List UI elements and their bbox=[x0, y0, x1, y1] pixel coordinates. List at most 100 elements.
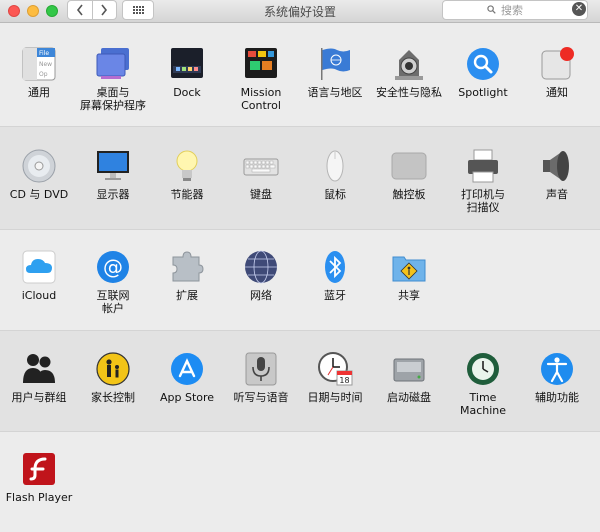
pref-desktop-screensaver[interactable]: 桌面与 屏幕保护程序 bbox=[76, 46, 150, 112]
sound-icon bbox=[543, 151, 569, 181]
pref-sharing[interactable]: 共享 bbox=[372, 249, 446, 302]
sharing-icon bbox=[392, 256, 426, 282]
section-other: Flash Player bbox=[0, 432, 600, 532]
minimize-window-button[interactable] bbox=[27, 5, 39, 17]
pref-label: Time Machine bbox=[459, 391, 507, 417]
pref-label: 通用 bbox=[28, 86, 50, 99]
navigation-buttons bbox=[67, 0, 117, 20]
pref-label: 通知 bbox=[546, 86, 568, 99]
energy-saver-icon bbox=[176, 150, 198, 181]
pref-energy-saver[interactable]: 节能器 bbox=[150, 148, 224, 201]
calendar-date: 18 bbox=[339, 376, 349, 385]
back-button[interactable] bbox=[68, 1, 92, 19]
pref-label: Flash Player bbox=[5, 491, 73, 504]
pref-accessibility[interactable]: 辅助功能 bbox=[520, 351, 594, 404]
pref-trackpad[interactable]: 触控板 bbox=[372, 148, 446, 201]
clear-search-button[interactable]: ✕ bbox=[572, 2, 586, 16]
accessibility-icon bbox=[541, 353, 573, 385]
pref-startup-disk[interactable]: 启动磁盘 bbox=[372, 351, 446, 404]
pref-label: 键盘 bbox=[250, 188, 272, 201]
pref-dock[interactable]: Dock bbox=[150, 46, 224, 99]
pref-bluetooth[interactable]: 蓝牙 bbox=[298, 249, 372, 302]
forward-button[interactable] bbox=[91, 1, 117, 19]
internet-accounts-icon: @ bbox=[97, 251, 129, 283]
desktop-screensaver-icon bbox=[96, 48, 129, 79]
svg-text:New: New bbox=[39, 61, 52, 68]
date-time-icon: 18 bbox=[318, 352, 353, 386]
users-groups-icon bbox=[23, 354, 55, 383]
grid-icon bbox=[132, 6, 144, 14]
pref-app-store[interactable]: App Store bbox=[150, 351, 224, 404]
pref-label: 日期与时间 bbox=[307, 391, 363, 404]
section-personal: File New Op 通用 桌面与 屏幕保护程序 Dock Mission C… bbox=[0, 23, 600, 127]
title-bar: 系统偏好设置 ✕ bbox=[0, 0, 600, 23]
language-region-icon bbox=[321, 48, 350, 80]
pref-label: App Store bbox=[159, 391, 215, 404]
pref-label: 蓝牙 bbox=[324, 289, 346, 302]
pref-sound[interactable]: 声音 bbox=[520, 148, 594, 201]
close-icon: ✕ bbox=[574, 3, 584, 14]
search-input[interactable] bbox=[443, 1, 587, 19]
general-icon: File New Op bbox=[22, 47, 56, 81]
pref-mouse[interactable]: 鼠标 bbox=[298, 148, 372, 201]
pref-label: 鼠标 bbox=[324, 188, 346, 201]
app-store-icon bbox=[171, 353, 203, 385]
bluetooth-icon bbox=[325, 251, 345, 283]
spotlight-icon bbox=[467, 48, 499, 80]
keyboard-icon bbox=[243, 158, 279, 176]
search-field[interactable] bbox=[442, 0, 588, 20]
svg-text:@: @ bbox=[103, 255, 123, 279]
pref-keyboard[interactable]: 键盘 bbox=[224, 148, 298, 201]
pref-label: 显示器 bbox=[96, 188, 130, 201]
pref-security-privacy[interactable]: 安全性与隐私 bbox=[372, 46, 446, 99]
zoom-window-button[interactable] bbox=[46, 5, 58, 17]
dock-icon bbox=[171, 48, 203, 78]
pref-label: 打印机与 扫描仪 bbox=[461, 188, 505, 214]
pref-flash-player[interactable]: Flash Player bbox=[2, 451, 76, 504]
pref-label: Spotlight bbox=[458, 86, 508, 99]
pref-network[interactable]: 网络 bbox=[224, 249, 298, 302]
pref-dictation-speech[interactable]: 听写与语音 bbox=[224, 351, 298, 404]
pref-label: 启动磁盘 bbox=[387, 391, 431, 404]
chevron-right-icon bbox=[101, 4, 108, 16]
pref-label: iCloud bbox=[21, 289, 57, 302]
svg-text:Op: Op bbox=[39, 71, 48, 78]
pref-label: 语言与地区 bbox=[307, 86, 363, 99]
pref-language-region[interactable]: 语言与地区 bbox=[298, 46, 372, 99]
pref-label: 共享 bbox=[398, 289, 420, 302]
extensions-icon bbox=[172, 251, 204, 282]
pref-notifications[interactable]: 通知 bbox=[520, 46, 594, 99]
pref-displays[interactable]: 显示器 bbox=[76, 148, 150, 201]
pref-printers-scanners[interactable]: 打印机与 扫描仪 bbox=[446, 148, 520, 214]
pref-internet-accounts[interactable]: @ 互联网 帐户 bbox=[76, 249, 150, 315]
section-hardware: CD 与 DVD 显示器 节能器 键盘 鼠标 触控板 打印机与 扫描仪 声音 bbox=[0, 127, 600, 230]
dictation-speech-icon bbox=[245, 352, 277, 386]
section-system: 用户与群组 家长控制 App Store 听写与语音 18 日期与时间 启动磁盘… bbox=[0, 331, 600, 432]
pref-mission-control[interactable]: Mission Control bbox=[224, 46, 298, 112]
cd-dvd-icon bbox=[22, 149, 56, 183]
pref-users-groups[interactable]: 用户与群组 bbox=[2, 351, 76, 404]
pref-cd-dvd[interactable]: CD 与 DVD bbox=[2, 148, 76, 201]
close-window-button[interactable] bbox=[8, 5, 20, 17]
chevron-left-icon bbox=[76, 4, 83, 16]
svg-text:File: File bbox=[39, 50, 49, 57]
parental-controls-icon bbox=[96, 352, 130, 386]
printers-scanners-icon bbox=[468, 149, 498, 183]
pref-label: 用户与群组 bbox=[11, 391, 67, 404]
pref-label: 家长控制 bbox=[91, 391, 135, 404]
pref-label: Mission Control bbox=[240, 86, 282, 112]
pref-label: 互联网 帐户 bbox=[96, 289, 130, 315]
startup-disk-icon bbox=[393, 358, 425, 382]
pref-time-machine[interactable]: Time Machine bbox=[446, 351, 520, 417]
icloud-icon bbox=[22, 250, 56, 284]
pref-icloud[interactable]: iCloud bbox=[2, 249, 76, 302]
pref-general[interactable]: File New Op 通用 bbox=[2, 46, 76, 99]
flash-player-icon bbox=[23, 453, 55, 485]
pref-date-time[interactable]: 18 日期与时间 bbox=[298, 351, 372, 404]
pref-label: 扩展 bbox=[176, 289, 198, 302]
pref-spotlight[interactable]: Spotlight bbox=[446, 46, 520, 99]
pref-parental-controls[interactable]: 家长控制 bbox=[76, 351, 150, 404]
show-all-button[interactable] bbox=[122, 0, 154, 20]
pref-label: 安全性与隐私 bbox=[376, 86, 442, 99]
pref-extensions[interactable]: 扩展 bbox=[150, 249, 224, 302]
